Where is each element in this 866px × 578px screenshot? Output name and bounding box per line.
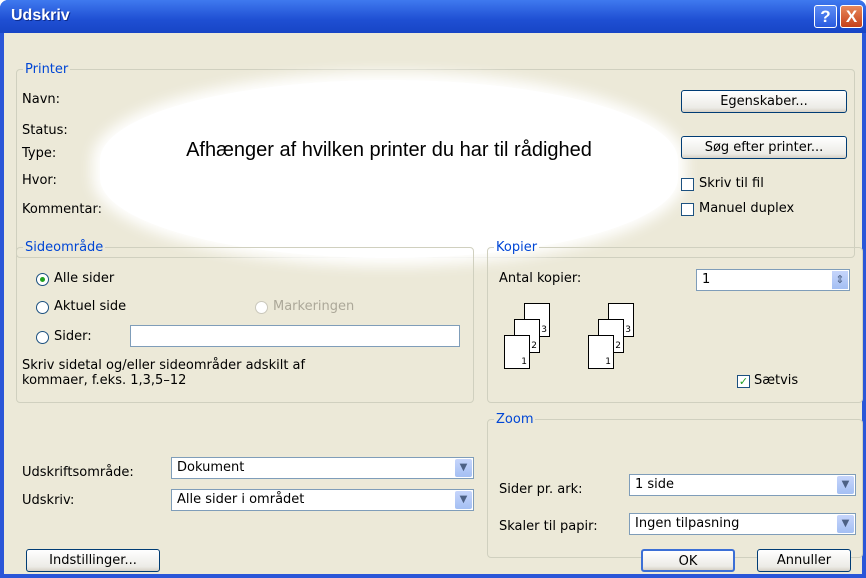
print-select[interactable]: Alle sider i området ▼ [171,489,474,511]
help-icon[interactable]: ? [814,5,837,28]
title-bar[interactable]: Udskriv ? X [0,0,866,33]
printer-type-label: Type: [22,146,57,161]
scale-select[interactable]: Ingen tilpasning ▼ [629,513,856,535]
chevron-down-icon[interactable]: ▼ [455,459,472,477]
copies-group-label: Kopier [496,240,538,255]
collate-page-icon: 1 [504,335,530,369]
pages-input[interactable] [130,325,460,347]
all-pages-label[interactable]: Alle sider [54,271,114,286]
print-dialog: Udskriv ? X Printer Navn: Status: Type: … [0,0,866,578]
chevron-down-icon[interactable]: ▼ [455,491,472,509]
pages-radio[interactable] [36,331,49,344]
selection-radio [255,301,268,314]
printer-info-overlay-text: Afhænger af hvilken printer du har til r… [186,139,592,161]
print-to-file-checkbox[interactable] [681,178,694,191]
page-range-hint: Skriv sidetal og/eller sideområder adski… [22,358,306,388]
print-what-label: Udskriftsområde: [22,465,134,480]
current-page-label[interactable]: Aktuel side [54,299,126,314]
selection-label: Markeringen [273,299,355,314]
close-icon[interactable]: X [840,5,863,28]
checkmark-icon: ✓ [738,375,749,388]
all-pages-radio[interactable] [36,273,49,286]
print-what-value: Dokument [177,460,245,475]
pages-per-sheet-select[interactable]: 1 side ▼ [629,474,856,496]
properties-button[interactable]: Egenskaber... [681,90,847,113]
copies-count-value: 1 [702,272,711,287]
zoom-group-label: Zoom [496,412,534,427]
manual-duplex-checkbox[interactable] [681,203,694,216]
pages-per-sheet-value: 1 side [635,477,675,492]
scale-label: Skaler til papir: [499,519,598,534]
options-button[interactable]: Indstillinger... [26,549,160,572]
copies-count-label: Antal kopier: [499,271,582,286]
manual-duplex-label[interactable]: Manuel duplex [699,201,794,216]
printer-comment-label: Kommentar: [22,202,102,217]
window-title: Udskriv [11,7,70,24]
copies-count-input[interactable]: 1 ⇕ [696,269,850,291]
printer-info-overlay [100,80,678,258]
collate-label[interactable]: Sætvis [754,373,798,388]
dialog-body: Printer Navn: Status: Type: Hvor: Kommen… [4,33,863,574]
copies-spinner-icon[interactable]: ⇕ [832,271,848,289]
find-printer-button[interactable]: Søg efter printer... [681,136,847,159]
printer-name-label: Navn: [22,92,61,107]
scale-value: Ingen tilpasning [635,516,740,531]
cancel-button[interactable]: Annuller [757,549,851,572]
page-range-group-label: Sideområde [25,240,104,255]
chevron-down-icon[interactable]: ▼ [837,476,854,494]
pages-per-sheet-label: Sider pr. ark: [499,482,583,497]
printer-status-label: Status: [22,123,68,138]
printer-group-label: Printer [25,62,69,77]
print-label: Udskriv: [22,493,75,508]
print-to-file-label[interactable]: Skriv til fil [699,176,764,191]
current-page-radio[interactable] [36,301,49,314]
print-what-select[interactable]: Dokument ▼ [171,457,474,479]
printer-location-label: Hvor: [22,173,57,188]
chevron-down-icon[interactable]: ▼ [837,515,854,533]
collate-illustration: 3 2 1 3 2 1 [504,303,644,383]
pages-label[interactable]: Sider: [54,329,92,344]
print-value: Alle sider i området [177,492,305,507]
ok-button[interactable]: OK [641,549,735,572]
collate-page-icon: 1 [588,335,614,369]
collate-checkbox[interactable]: ✓ [737,375,750,388]
